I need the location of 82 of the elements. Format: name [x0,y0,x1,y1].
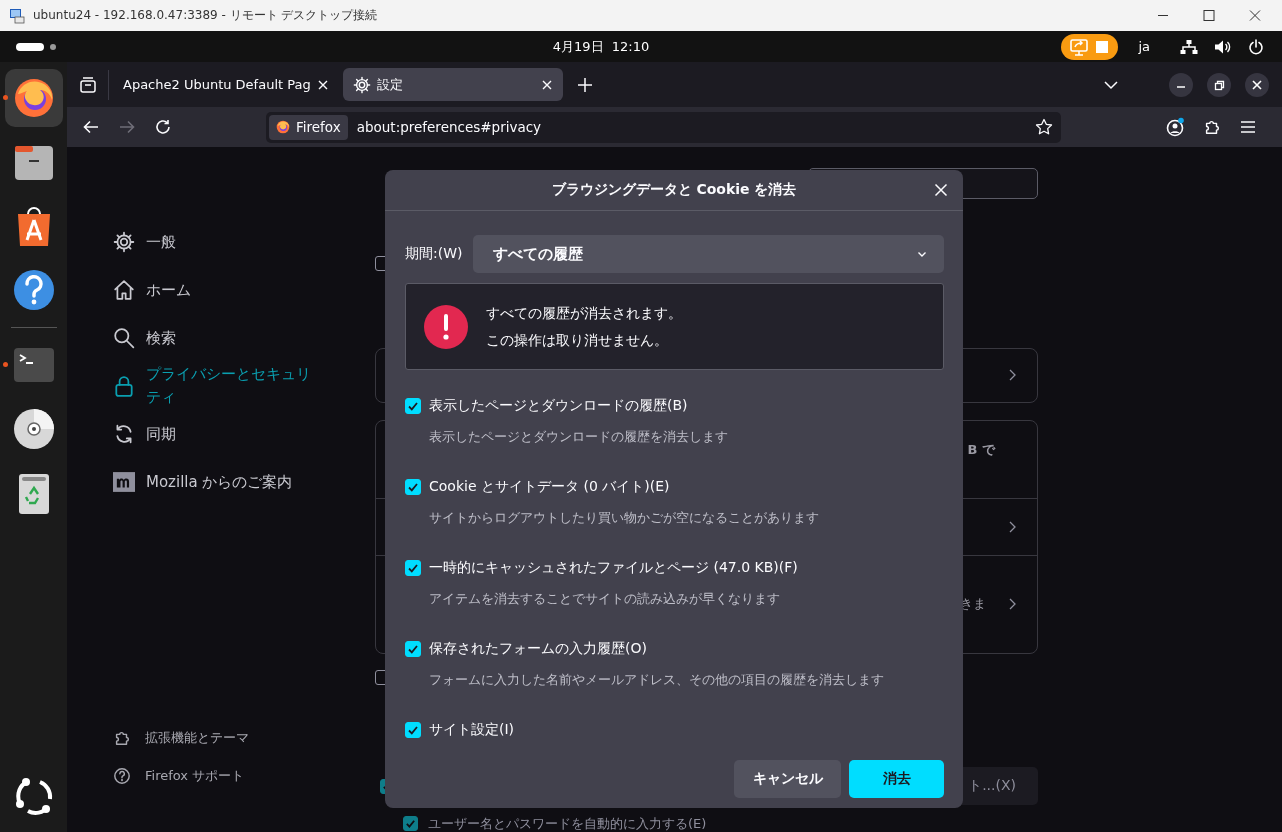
restore-button[interactable] [1207,72,1231,97]
remote-desktop-icon [9,7,25,24]
sidebar-link[interactable]: Firefox サポート [113,757,367,795]
house-icon [113,279,135,301]
input-method-indicator[interactable]: ja [1138,39,1150,54]
close-tab-icon[interactable] [540,78,553,91]
checkbox[interactable] [403,816,418,831]
checkbox[interactable] [405,398,421,414]
warning-text: すべての履歴が消去されます。 [486,303,682,323]
new-tab-button[interactable] [576,76,593,93]
back-button[interactable] [82,118,100,136]
field-label: 期間:(W) [405,245,464,263]
close-button[interactable] [934,183,948,197]
workspace-indicator-icon[interactable] [16,41,56,52]
option-description: 表示したページとダウンロードの履歴を消去します [429,429,729,446]
extensions-button[interactable] [1203,118,1221,136]
running-indicator-dot [2,95,8,100]
window-title: ubuntu24 - 192.168.0.47:3389 - リモート デスクトップ接続 [33,7,378,24]
checkbox[interactable] [405,560,421,576]
screen-sharing-indicator-icon[interactable] [1061,33,1119,60]
option-description: フォームに入力した名前やメールアドレス、その他の項目の履歴を消去します [429,672,885,689]
tab-title: Apache2 Ubuntu Default Pag [123,77,311,92]
gear-icon [113,231,135,253]
checkbox-label: 保存されたフォームの入力履歴(O) [429,640,647,658]
speaker-icon[interactable] [1214,38,1232,55]
minimize-button[interactable] [1169,72,1193,97]
menu-button[interactable] [1239,118,1257,136]
checkbox-label: 一時的にキャッシュされたファイルとページ (47.0 KB)(F) [429,559,798,577]
running-indicator-dot [2,362,8,367]
sidebar-category[interactable]: ホーム [113,266,367,314]
sidebar-category[interactable]: 同期 [113,410,367,458]
checkbox-label: ユーザー名とパスワードを自動的に入力する(E) [428,814,707,832]
checkmark-icon [407,400,419,412]
clear-button[interactable]: 消去 [849,760,944,798]
puzzle-piece-icon [113,729,131,747]
option-description: サイトからログアウトしたり買い物かごが空になることがあります [429,510,820,527]
browser-tab[interactable]: 設定 [342,68,563,101]
letter-m-icon [113,471,135,493]
checkmark-icon [407,643,419,655]
power-icon[interactable] [1248,38,1264,55]
sidebar-category[interactable]: 検索 [113,314,367,362]
period-dropdown[interactable]: すべての履歴 [473,235,944,273]
dialog-title: ブラウジングデータと Cookie を消去 [551,181,797,199]
identity-button[interactable]: Firefox [269,114,348,140]
close-tab-icon[interactable] [316,78,329,91]
flame-globe-icon [275,119,291,135]
checkbox[interactable] [405,641,421,657]
padlock-icon [113,375,135,397]
search-icon [113,327,135,349]
checkbox-label: サイト設定(I) [429,721,515,739]
url-text: about:preferences#privacy [356,119,542,135]
reload-button[interactable] [154,118,172,136]
network-icon[interactable] [1180,38,1198,55]
help-icon [113,767,131,785]
cancel-button[interactable]: キャンセル [734,760,841,798]
close-button[interactable] [1245,72,1269,97]
checkmark-icon [407,562,419,574]
checkmark-icon [407,481,419,493]
address-bar[interactable]: Firefox about:preferences#privacy [266,111,1061,143]
partial-text: B で [967,440,995,459]
gear-icon [352,75,371,94]
dock-app-button[interactable] [4,69,63,127]
sidebar-category[interactable]: 一般 [113,218,367,266]
tab-title: 設定 [376,75,404,94]
sidebar-category[interactable]: プライバシーとセキュリティ [113,362,367,410]
clock[interactable]: 4月19日 12:10 [552,37,650,56]
account-icon[interactable] [1165,117,1185,137]
checkbox-label: 表示したページとダウンロードの履歴(B) [429,397,688,415]
warning-text: この操作は取り消せません。 [486,330,669,350]
checkbox[interactable] [405,479,421,495]
sidebar-category[interactable]: Mozilla からのご案内 [113,458,367,506]
bookmark-star-icon[interactable] [1035,118,1053,136]
checkmark-icon [405,818,416,829]
tab-list-icon[interactable] [79,75,97,94]
browser-tab[interactable]: Apache2 Ubuntu Default Pag [113,68,339,101]
error-icon [424,304,468,349]
sidebar-link[interactable]: 拡張機能とテーマ [113,719,367,757]
checkbox[interactable] [405,722,421,738]
option-description: アイテムを消去することでサイトの読み込みが早くなります [429,591,781,608]
checkbox-label: Cookie とサイトデータ (0 バイト)(E) [429,478,670,496]
checkmark-icon [407,724,419,736]
forward-button[interactable] [118,118,136,136]
